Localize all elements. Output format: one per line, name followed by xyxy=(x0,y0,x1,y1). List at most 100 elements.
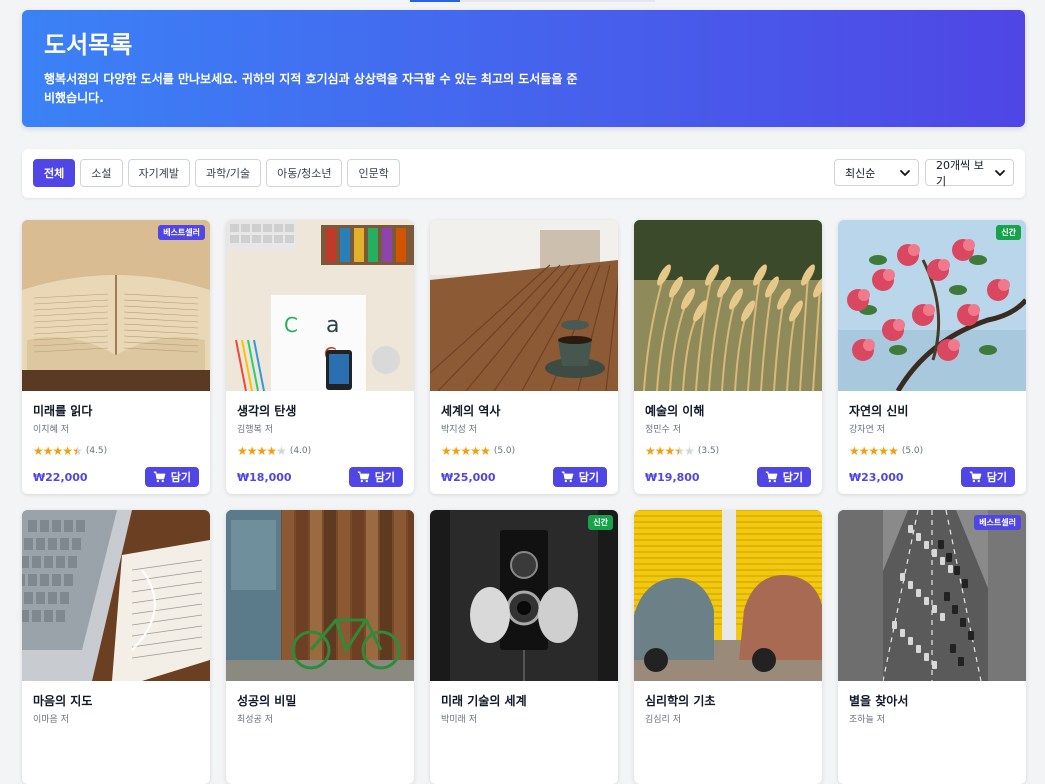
book-grid: 베스트셀러 미래를 읽다 이지혜 저 ★★★★★ (4.5) ₩22,000 담기 … xyxy=(22,220,1026,784)
book-cover-image[interactable] xyxy=(22,510,210,681)
book-cover-image[interactable]: 신간 xyxy=(430,510,618,681)
page-title: 도서목록 xyxy=(44,31,133,59)
book-card[interactable]: 세계의 역사 박지성 저 ★★★★★ (5.0) ₩25,000 담기 xyxy=(430,220,618,494)
book-card[interactable]: 신간 자연의 신비 강자연 저 ★★★★★ (5.0) ₩23,000 담기 xyxy=(838,220,1026,494)
book-info: 생각의 탄생 김행복 저 ★★★★★ (4.0) ₩18,000 담기 xyxy=(226,391,414,487)
book-info: 마음의 지도 이마음 저 xyxy=(22,681,210,726)
book-card[interactable]: 베스트셀러 별을 찾아서 조하늘 저 xyxy=(838,510,1026,784)
book-price: ₩19,800 xyxy=(645,470,700,484)
book-footer: ₩23,000 담기 xyxy=(849,467,1015,487)
book-badge: 베스트셀러 xyxy=(974,515,1021,530)
book-title[interactable]: 자연의 신비 xyxy=(849,403,1015,419)
rating-score: (4.5) xyxy=(85,446,108,456)
filter-bar: 전체 소설 자기계발 과학/기술 아동/청소년 인문학 최신순 20개씩 보기 xyxy=(22,149,1025,198)
book-cover-image[interactable] xyxy=(634,220,822,391)
book-author: 이마음 저 xyxy=(33,715,69,725)
rating-score: (5.0) xyxy=(493,446,516,456)
add-to-cart-label: 담기 xyxy=(578,471,599,484)
book-cover-image[interactable]: 베스트셀러 xyxy=(838,510,1026,681)
book-price: ₩23,000 xyxy=(849,470,904,484)
book-author: 김행복 저 xyxy=(237,425,273,435)
rating-score: (3.5) xyxy=(697,446,720,456)
book-footer: ₩25,000 담기 xyxy=(441,467,607,487)
book-info: 별을 찾아서 조하늘 저 xyxy=(838,681,1026,726)
book-rating: ★★★★★ (4.5) xyxy=(33,444,199,458)
book-title[interactable]: 예술의 이해 xyxy=(645,403,811,419)
cart-icon xyxy=(357,471,370,483)
add-to-cart-button[interactable]: 담기 xyxy=(144,467,199,487)
rating-stars-icon: ★★★★★ xyxy=(237,444,287,458)
book-title[interactable]: 심리학의 기초 xyxy=(645,693,811,709)
book-info: 예술의 이해 정민수 저 ★★★★★ (3.5) ₩19,800 담기 xyxy=(634,391,822,487)
book-footer: ₩19,800 담기 xyxy=(645,467,811,487)
top-tab-indicator xyxy=(410,0,655,2)
book-title[interactable]: 별을 찾아서 xyxy=(849,693,1015,709)
add-to-cart-label: 담기 xyxy=(782,471,803,484)
book-title[interactable]: 마음의 지도 xyxy=(33,693,199,709)
book-footer: ₩18,000 담기 xyxy=(237,467,403,487)
category-chip-kids[interactable]: 아동/청소년 xyxy=(266,159,343,187)
chevron-down-icon xyxy=(900,169,910,176)
book-cover-image[interactable]: 베스트셀러 xyxy=(22,220,210,391)
book-title[interactable]: 세계의 역사 xyxy=(441,403,607,419)
book-card[interactable]: 성공의 비밀 최성공 저 xyxy=(226,510,414,784)
book-cover-image[interactable] xyxy=(430,220,618,391)
book-info: 자연의 신비 강자연 저 ★★★★★ (5.0) ₩23,000 담기 xyxy=(838,391,1026,487)
book-rating: ★★★★★ (3.5) xyxy=(645,444,811,458)
book-info: 미래 기술의 세계 박미래 저 xyxy=(430,681,618,726)
rating-stars-icon: ★★★★★ xyxy=(645,444,695,458)
sort-select[interactable]: 최신순 xyxy=(834,159,919,186)
rating-stars-icon: ★★★★★ xyxy=(849,444,899,458)
book-author: 김심리 저 xyxy=(645,715,681,725)
page-size-select-value: 20개씩 보기 xyxy=(936,158,984,188)
add-to-cart-button[interactable]: 담기 xyxy=(348,467,403,487)
book-card[interactable]: 심리학의 기초 김심리 저 xyxy=(634,510,822,784)
book-title[interactable]: 성공의 비밀 xyxy=(237,693,403,709)
book-info: 세계의 역사 박지성 저 ★★★★★ (5.0) ₩25,000 담기 xyxy=(430,391,618,487)
category-chip-novel[interactable]: 소설 xyxy=(80,159,123,187)
book-cover-image[interactable]: 신간 xyxy=(838,220,1026,391)
book-rating: ★★★★★ (5.0) xyxy=(441,444,607,458)
rating-stars-icon: ★★★★★ xyxy=(441,444,491,458)
book-title[interactable]: 미래를 읽다 xyxy=(33,403,199,419)
book-card[interactable]: 신간 미래 기술의 세계 박미래 저 xyxy=(430,510,618,784)
book-author: 박미래 저 xyxy=(441,715,477,725)
page-size-select[interactable]: 20개씩 보기 xyxy=(925,158,1014,188)
book-card[interactable]: 예술의 이해 정민수 저 ★★★★★ (3.5) ₩19,800 담기 xyxy=(634,220,822,494)
book-author: 강자연 저 xyxy=(849,425,885,435)
add-to-cart-label: 담기 xyxy=(986,471,1007,484)
category-chip-all[interactable]: 전체 xyxy=(33,159,76,187)
book-card[interactable]: 마음의 지도 이마음 저 xyxy=(22,510,210,784)
add-to-cart-button[interactable]: 담기 xyxy=(756,467,811,487)
book-author: 이지혜 저 xyxy=(33,425,69,435)
book-badge: 신간 xyxy=(996,225,1021,240)
add-to-cart-label: 담기 xyxy=(374,471,395,484)
book-price: ₩18,000 xyxy=(237,470,292,484)
svg-text:a: a xyxy=(326,313,339,338)
book-title[interactable]: 생각의 탄생 xyxy=(237,403,403,419)
category-chip-science[interactable]: 과학/기술 xyxy=(194,159,262,187)
book-cover-image[interactable]: C a C xyxy=(226,220,414,391)
book-card[interactable]: C a C 생각의 탄생 김행복 저 ★★★★★(4.0) ₩18,000 담기 xyxy=(226,220,414,494)
book-card[interactable]: 베스트셀러 미래를 읽다 이지혜 저 ★★★★★ (4.5) ₩22,000 담기 xyxy=(22,220,210,494)
chevron-down-icon xyxy=(995,169,1005,176)
cart-icon xyxy=(153,471,166,483)
book-title[interactable]: 미래 기술의 세계 xyxy=(441,693,607,709)
cart-icon xyxy=(561,471,574,483)
rating-score: (5.0) xyxy=(901,446,924,456)
add-to-cart-button[interactable]: 담기 xyxy=(552,467,607,487)
book-info: 성공의 비밀 최성공 저 xyxy=(226,681,414,726)
book-author: 박지성 저 xyxy=(441,425,477,435)
add-to-cart-button[interactable]: 담기 xyxy=(960,467,1015,487)
book-cover-image[interactable] xyxy=(634,510,822,681)
rating-score: (4.0) xyxy=(289,446,312,456)
book-cover-image[interactable] xyxy=(226,510,414,681)
book-info: 심리학의 기초 김심리 저 xyxy=(634,681,822,726)
book-badge: 신간 xyxy=(588,515,613,530)
book-info: 미래를 읽다 이지혜 저 ★★★★★ (4.5) ₩22,000 담기 xyxy=(22,391,210,487)
sort-select-value: 최신순 xyxy=(845,166,876,180)
cart-icon xyxy=(765,471,778,483)
category-chip-humanities[interactable]: 인문학 xyxy=(347,159,400,187)
book-author: 조하늘 저 xyxy=(849,715,885,725)
category-chip-self-help[interactable]: 자기계발 xyxy=(127,159,190,187)
